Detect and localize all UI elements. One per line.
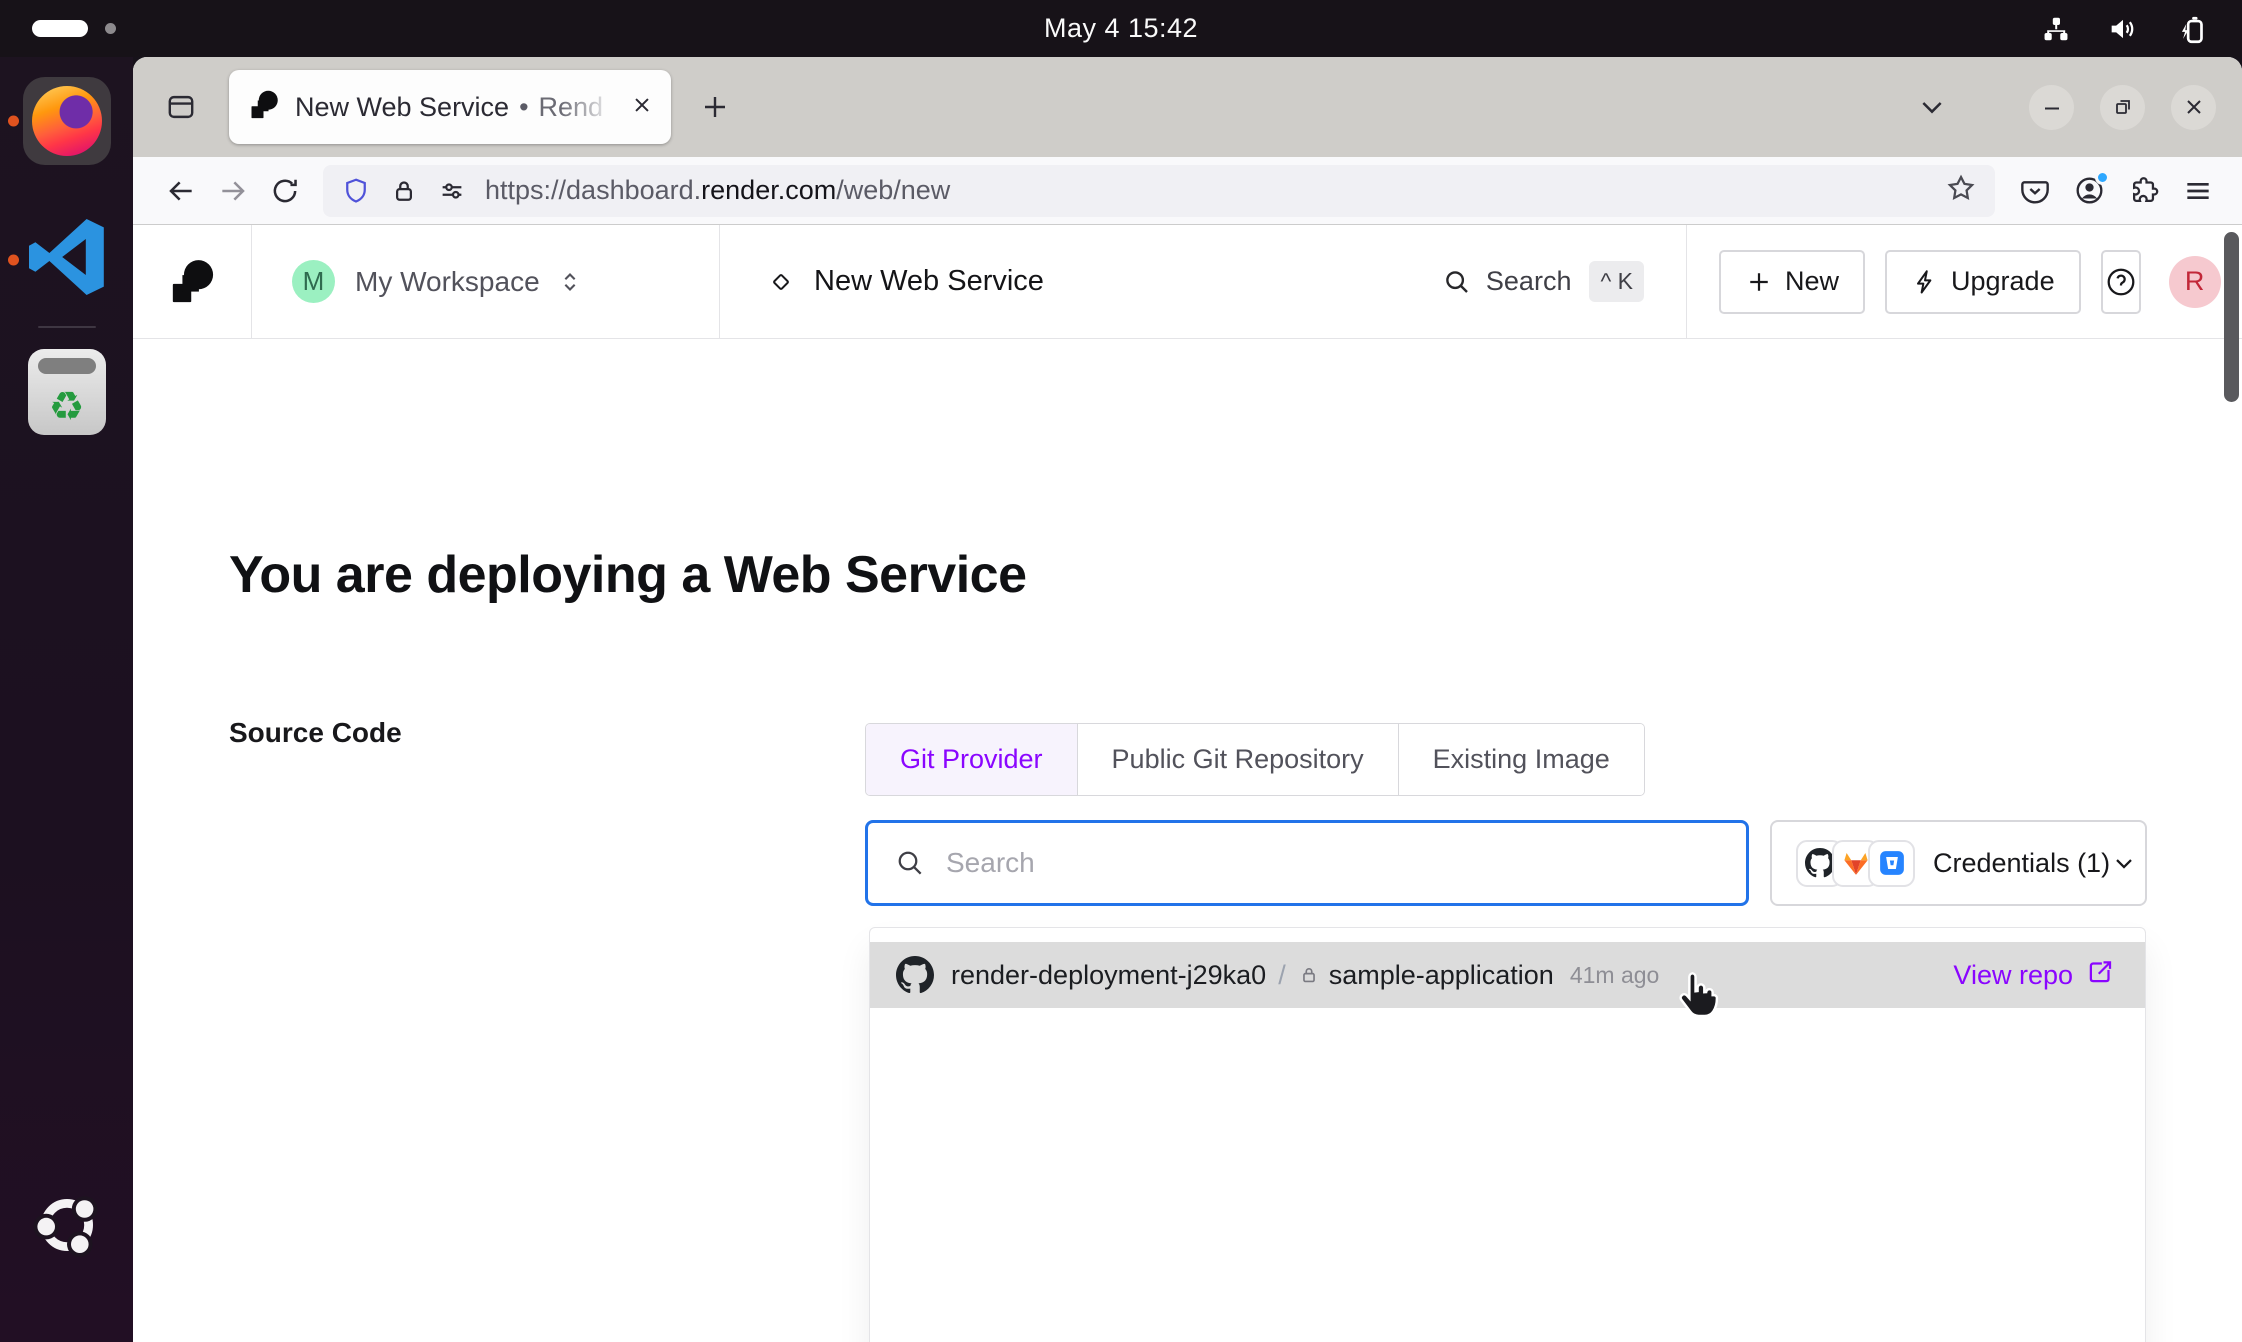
- page-title-area: New Web Service Search ^ K: [720, 225, 1686, 338]
- deploy-page: You are deploying a Web Service Source C…: [133, 339, 2242, 1342]
- global-search[interactable]: Search ^ K: [1442, 261, 1644, 302]
- upgrade-button[interactable]: Upgrade: [1885, 250, 2081, 314]
- external-link-icon: [2085, 957, 2115, 994]
- firefox-view-icon[interactable]: [153, 79, 209, 135]
- repo-list-panel: render-deployment-j29ka0 / sample-applic…: [869, 927, 2146, 1342]
- credentials-dropdown[interactable]: Credentials (1): [1770, 820, 2147, 906]
- system-top-bar: May 4 15:42: [0, 0, 2242, 57]
- view-repo-link[interactable]: View repo: [1953, 957, 2115, 994]
- dock-divider: [0, 326, 133, 328]
- volume-icon: [2106, 12, 2140, 46]
- desktop: May 4 15:42: [0, 0, 2242, 1342]
- restore-button[interactable]: [2100, 85, 2145, 130]
- dock-trash[interactable]: ♻: [0, 349, 133, 435]
- workspace-dot: [105, 23, 116, 34]
- bookmark-star-icon[interactable]: [1945, 172, 1977, 209]
- repo-updated-time: 41m ago: [1570, 962, 1660, 989]
- search-shortcut-badge: ^ K: [1589, 261, 1644, 302]
- navigation-bar: https://dashboard.render.com/web/new: [133, 157, 2242, 225]
- lock-icon[interactable]: [389, 176, 419, 206]
- repo-name: sample-application: [1329, 960, 1554, 991]
- lightning-bolt-icon: [1911, 268, 1939, 296]
- window-controls: [1907, 57, 2216, 157]
- minimize-button[interactable]: [2029, 85, 2074, 130]
- plus-icon: [1745, 268, 1773, 296]
- user-avatar[interactable]: R: [2169, 256, 2221, 308]
- repo-owner: render-deployment-j29ka0: [951, 960, 1266, 991]
- toolbar-icons: [2019, 174, 2220, 207]
- workspace-selector[interactable]: M My Workspace: [252, 225, 720, 338]
- credentials-label: Credentials (1): [1933, 848, 2110, 879]
- page-title: New Web Service: [814, 265, 1044, 298]
- system-clock[interactable]: May 4 15:42: [1044, 0, 1198, 57]
- pocket-icon[interactable]: [2019, 175, 2051, 207]
- tab-public-git-repository[interactable]: Public Git Repository: [1078, 724, 1399, 795]
- dock-firefox[interactable]: [0, 77, 133, 165]
- ubuntu-logo-icon: [27, 1185, 107, 1270]
- source-tabs: Git Provider Public Git Repository Exist…: [865, 723, 1645, 796]
- repo-search-input[interactable]: [944, 846, 1720, 880]
- search-icon: [1442, 267, 1472, 297]
- browser-tab[interactable]: New Web Service•Rend: [229, 70, 671, 144]
- dock: ♻: [0, 57, 133, 1342]
- render-logo[interactable]: [133, 225, 252, 338]
- workspace-name: My Workspace: [355, 266, 540, 298]
- back-icon[interactable]: [155, 165, 207, 217]
- system-tray[interactable]: [2040, 0, 2208, 57]
- list-all-tabs-icon[interactable]: [1907, 82, 1957, 132]
- chevron-down-icon: [2110, 849, 2138, 877]
- dock-vscode[interactable]: [0, 209, 133, 310]
- tab-title: New Web Service•Rend: [295, 92, 625, 123]
- firefox-icon: [23, 77, 111, 165]
- tracking-protection-shield-icon[interactable]: [341, 176, 371, 206]
- recycle-icon: ♻: [49, 387, 85, 427]
- render-app-header: M My Workspace New Web Service: [133, 225, 2242, 339]
- tab-favicon-render: [249, 90, 279, 125]
- network-icon: [2040, 13, 2072, 45]
- tab-existing-image[interactable]: Existing Image: [1399, 724, 1644, 795]
- provider-icons: [1796, 840, 1915, 887]
- browser-window: New Web Service•Rend: [133, 57, 2242, 1342]
- github-icon: [896, 956, 934, 994]
- permissions-icon[interactable]: [437, 176, 467, 206]
- source-code-label: Source Code: [229, 717, 402, 749]
- scrollbar-thumb[interactable]: [2224, 232, 2239, 402]
- vscode-icon: [19, 209, 115, 310]
- reload-icon[interactable]: [259, 165, 311, 217]
- repo-search-box: [865, 820, 1749, 906]
- search-icon: [894, 847, 926, 879]
- tab-git-provider[interactable]: Git Provider: [866, 724, 1078, 795]
- header-actions: New Upgrade: [1686, 225, 2242, 338]
- chevron-up-down-icon: [556, 268, 584, 296]
- question-mark-icon: [2103, 264, 2139, 300]
- workspace-avatar: M: [292, 260, 335, 303]
- tab-close-icon[interactable]: [629, 92, 655, 123]
- activities-indicator[interactable]: [32, 20, 116, 37]
- repo-row[interactable]: render-deployment-j29ka0 / sample-applic…: [870, 942, 2145, 1008]
- search-label: Search: [1486, 266, 1572, 297]
- close-button[interactable]: [2171, 85, 2216, 130]
- help-button[interactable]: [2101, 250, 2141, 314]
- url-text[interactable]: https://dashboard.render.com/web/new: [485, 175, 1945, 206]
- repo-separator: /: [1278, 960, 1286, 991]
- running-indicator: [8, 116, 19, 127]
- extensions-icon[interactable]: [2128, 175, 2160, 207]
- page-heading: You are deploying a Web Service: [229, 545, 1027, 605]
- url-bar[interactable]: https://dashboard.render.com/web/new: [323, 165, 1995, 217]
- private-repo-lock-icon: [1298, 964, 1320, 986]
- account-icon[interactable]: [2073, 174, 2106, 207]
- battery-charging-icon: [2174, 12, 2208, 46]
- account-notification-dot: [2095, 170, 2110, 185]
- new-tab-icon[interactable]: [687, 79, 743, 135]
- running-indicator: [8, 254, 19, 265]
- tab-strip: New Web Service•Rend: [133, 57, 2242, 157]
- diamond-icon: [766, 267, 796, 297]
- bitbucket-icon: [1868, 840, 1915, 887]
- trash-icon: ♻: [28, 349, 106, 435]
- new-button[interactable]: New: [1719, 250, 1865, 314]
- menu-hamburger-icon[interactable]: [2182, 175, 2214, 207]
- forward-icon[interactable]: [207, 165, 259, 217]
- workspace-pill: [32, 20, 88, 37]
- dock-show-apps[interactable]: [0, 1185, 133, 1270]
